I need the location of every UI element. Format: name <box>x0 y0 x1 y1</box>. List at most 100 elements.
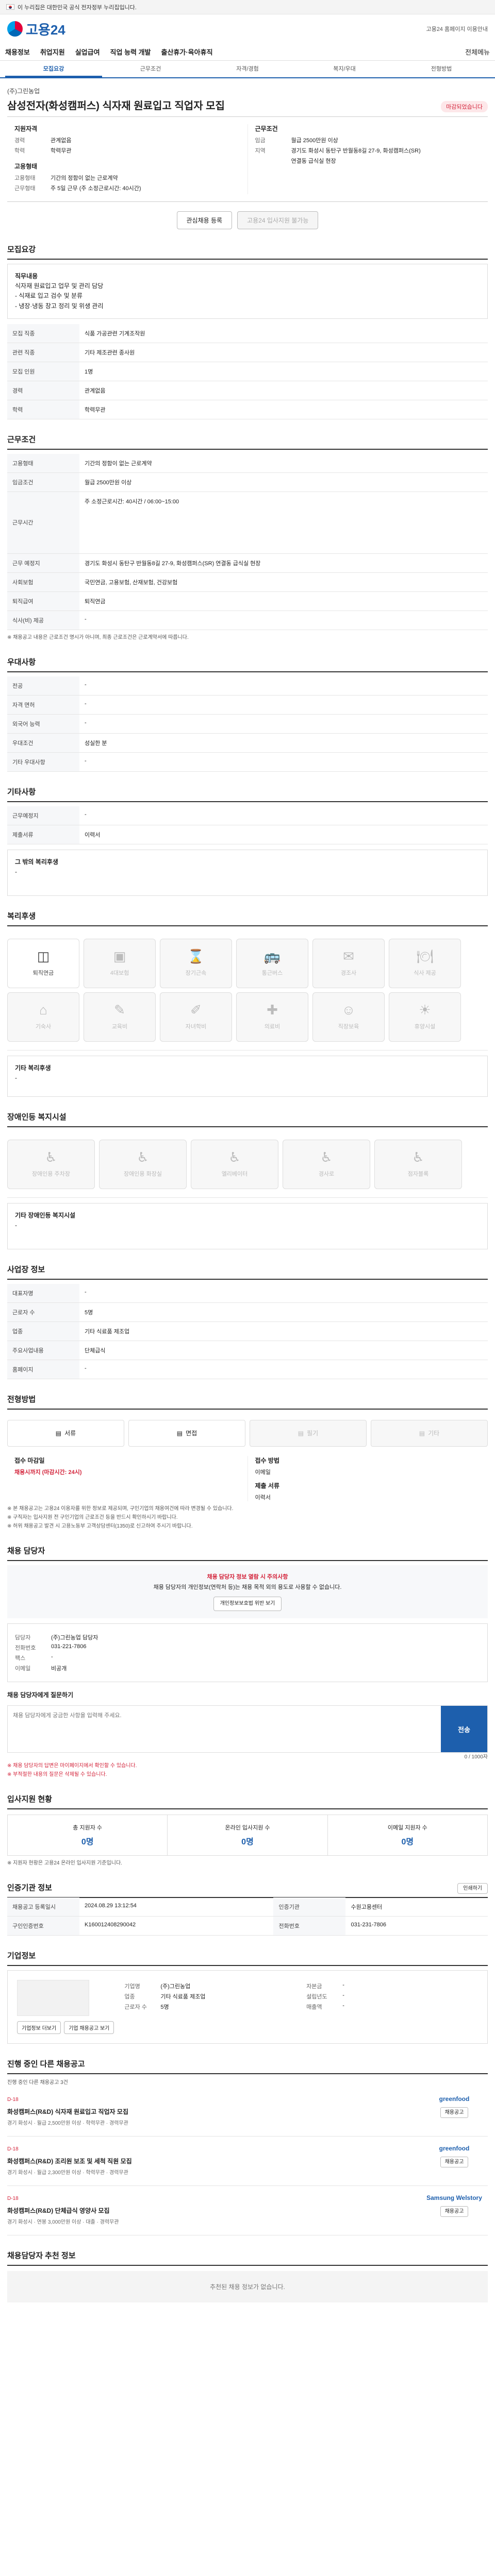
stat-label: 총 지원자 수 <box>73 1825 103 1832</box>
site-logo[interactable]: 고용24 <box>7 20 65 39</box>
row-label: 퇴직급여 <box>7 591 79 611</box>
row-value: - <box>79 676 488 696</box>
inquiry-input[interactable] <box>8 1706 441 1753</box>
kv-label: 매출액 <box>306 2004 322 2011</box>
kv-value: 연결동 급식실 현장 <box>291 158 336 164</box>
row-label: 고용형태 <box>7 453 79 473</box>
job-card-button[interactable]: 채용공고 <box>440 2107 469 2119</box>
row-label: 사회보험 <box>7 572 79 592</box>
welfare-label: 직장보육 <box>338 1023 359 1030</box>
company-jobs-button[interactable]: 기업 채용공고 보기 <box>64 2021 114 2035</box>
job-card-button[interactable]: 채용공고 <box>440 2157 469 2168</box>
other-note: - <box>15 868 17 875</box>
selection-notes: ※ 본 채용공고는 고용24 이용자를 위한 정보로 제공되며, 구인기업의 채… <box>7 1504 488 1531</box>
top-link[interactable]: 고용24 홈페이지 이용안내 <box>426 25 488 33</box>
section-title-welfare: 복리후생 <box>7 910 488 926</box>
selection-method: ▤ 면접 <box>128 1419 245 1447</box>
tab-conditions[interactable]: 근무조건 <box>102 61 199 77</box>
gnb-item[interactable]: 실업급여 <box>75 47 100 57</box>
tab-selection[interactable]: 전형방법 <box>393 61 490 77</box>
section-title-workplace: 사업장 정보 <box>7 1264 488 1280</box>
disabled-note-box: 기타 장애인등 복지시설 - <box>7 1202 488 1249</box>
row-value: 성실한 분 <box>79 733 488 753</box>
stat-item: 온라인 입사지원 수 0명 <box>167 1815 327 1856</box>
deadline-label: 접수 마감일 <box>14 1456 45 1464</box>
gnb-item[interactable]: 채용정보 <box>5 47 30 57</box>
inquiry-send-button[interactable]: 전송 <box>441 1706 487 1753</box>
row-value: 수원고용센터 <box>345 1897 488 1917</box>
scrap-button[interactable]: 관심채용 등록 <box>176 211 233 229</box>
kv-value: 월급 2500만원 이상 <box>291 138 338 144</box>
apply-button[interactable]: 고용24 입사지원 불가능 <box>237 211 319 229</box>
table-row: 외국어 능력 - <box>7 714 488 734</box>
row-label: 임금조건 <box>7 472 79 492</box>
all-menu-button[interactable]: 전체메뉴 <box>465 47 490 57</box>
method-label: 필기 <box>307 1430 319 1437</box>
selection-methods: ▤ 서류 ▤ 면접 ▤ 필기 ▤ 기타 <box>7 1414 488 1453</box>
job-summary: 지원자격 경력 관계없음 학력 학력무관 고용형태 고용형태 기간의 정함이 없는 근… <box>7 116 488 202</box>
kv-value: 경기도 화성시 동탄구 반월동8길 27-9, 화성캠퍼스(SR) <box>291 148 421 154</box>
alert-text: 채용 담당자의 개인정보(연락처 등)는 채용 목적 외의 용도로 사용할 수 … <box>153 1584 342 1590</box>
kv-value: 관계없음 <box>51 138 72 144</box>
table-row: 임금조건 월급 2500만원 이상 <box>7 472 488 492</box>
manager-fax: - <box>51 1654 53 1660</box>
manager-card: 담당자 (주)그린농업 담당자 전화번호 031-221-7806 팩스 - 이메일 비… <box>7 1623 488 1683</box>
job-card-side: Samsung Welstory 채용공고 <box>421 2194 488 2227</box>
privacy-law-button[interactable]: 개인정보보호법 위반 보기 <box>213 1597 282 1612</box>
gnb-item[interactable]: 출산휴가·육아휴직 <box>161 47 213 57</box>
company-name[interactable]: (주)그린농업 <box>7 87 488 95</box>
table-row: 식사(비) 제공 - <box>7 611 488 630</box>
tab-recruit[interactable]: 모집요강 <box>5 61 102 77</box>
gnb-item[interactable]: 직업 능력 개발 <box>110 47 151 57</box>
company-box: 기업정보 더보기 기업 채용공고 보기 기업명 (주)그린농업 업종 기타 식료품 … <box>7 1970 488 2044</box>
tab-qualification[interactable]: 자격/경험 <box>199 61 296 77</box>
kv-value: 5명 <box>160 2004 169 2011</box>
section-title-disabled: 장애인등 복지시설 <box>7 1111 488 1127</box>
kv-value: 주 5일 근무 (주 소정근로시간: 40시간) <box>51 185 141 192</box>
docs-value: 이력서 <box>255 1494 271 1501</box>
method-value: 이메일 <box>255 1469 271 1476</box>
facility-label: 장애인용 화장실 <box>124 1171 162 1177</box>
print-button[interactable]: 인쇄하기 <box>457 1883 488 1894</box>
stat-item: 총 지원자 수 0명 <box>8 1815 167 1855</box>
welfare-grid: ◫ 퇴직연금 ▣ 4대보험 ⌛ 장기근속 🚌 통근버스 ✉ 경조사 🍽 식사 제공 ⌂ 기숙사 ✎ 교육비 ✐ 자… <box>7 930 488 1050</box>
facility-icon: ♿ <box>412 1149 424 1165</box>
tab-welfare[interactable]: 복지/우대 <box>296 61 393 77</box>
document-icon: ▤ <box>55 1429 62 1437</box>
welfare-item: ✎ 교육비 <box>84 992 156 1042</box>
company-info-button[interactable]: 기업정보 더보기 <box>17 2021 61 2035</box>
preferred-table: 전공 - 자격 면허 - 외국어 능력 - 우대조건 성실한 분 기타 우대사항 - <box>7 676 488 772</box>
company-logo-text: Samsung Welstory <box>426 2194 482 2202</box>
manager-phone: 031-221-7806 <box>51 1643 87 1650</box>
welfare-icon: ✎ <box>114 1002 125 1018</box>
row-value: 031-231-7806 <box>345 1916 488 1936</box>
job-card-side: greenfood 채용공고 <box>421 2145 488 2177</box>
row-value: 국민연금, 고용보험, 산재보험, 건강보험 <box>79 572 488 592</box>
kv-label: 업종 <box>124 1994 135 2001</box>
note-line: ※ 구직자는 입사지원 전 구인기업의 근로조건 등을 반드시 확인하시기 바랍… <box>7 1514 178 1520</box>
kv-label: 근로자 수 <box>124 2004 147 2011</box>
method-label: 서류 <box>64 1430 76 1437</box>
table-row: 자격 면허 - <box>7 695 488 715</box>
facility-item: ♿ 엘리베이터 <box>191 1139 278 1189</box>
welfare-label: 의료비 <box>264 1023 280 1030</box>
row-label: 외국어 능력 <box>7 714 79 734</box>
job-card-title[interactable]: 화성캠퍼스(R&D) 조리원 보조 및 세척 직원 모집 <box>7 2157 421 2165</box>
job-card-title[interactable]: 화성캠퍼스(R&D) 식자재 원료입고 직업자 모집 <box>7 2107 421 2116</box>
job-card[interactable]: D-18 화성캠퍼스(R&D) 단체급식 영양사 모집 경기 화성시 · 연봉 3,… <box>7 2186 488 2236</box>
table-row: 사회보험 국민연금, 고용보험, 산재보험, 건강보험 <box>7 572 488 592</box>
job-card-button[interactable]: 채용공고 <box>440 2206 469 2217</box>
row-value: 관계없음 <box>79 381 488 400</box>
stat-value: 0명 <box>401 1838 414 1847</box>
job-title: 삼성전자(화성캠퍼스) 식자재 원료입고 직업자 모집 <box>7 100 225 112</box>
row-value: - <box>79 714 488 734</box>
job-card[interactable]: D-18 화성캠퍼스(R&D) 조리원 보조 및 세척 직원 모집 경기 화성시 ·… <box>7 2137 488 2187</box>
job-card-title[interactable]: 화성캠퍼스(R&D) 단체급식 영양사 모집 <box>7 2206 421 2215</box>
kv-label: 학력 <box>14 148 25 154</box>
gnb-item[interactable]: 취업지원 <box>40 47 65 57</box>
kv-value: 기간의 정함이 없는 근로계약 <box>51 175 118 181</box>
kv-label: 자본금 <box>306 1984 322 1990</box>
row-label: 구인인증번호 <box>7 1916 79 1936</box>
section-title-other: 기타사항 <box>7 786 488 802</box>
job-card[interactable]: D-18 화성캠퍼스(R&D) 식자재 원료입고 직업자 모집 경기 화성시 · 월… <box>7 2087 488 2137</box>
